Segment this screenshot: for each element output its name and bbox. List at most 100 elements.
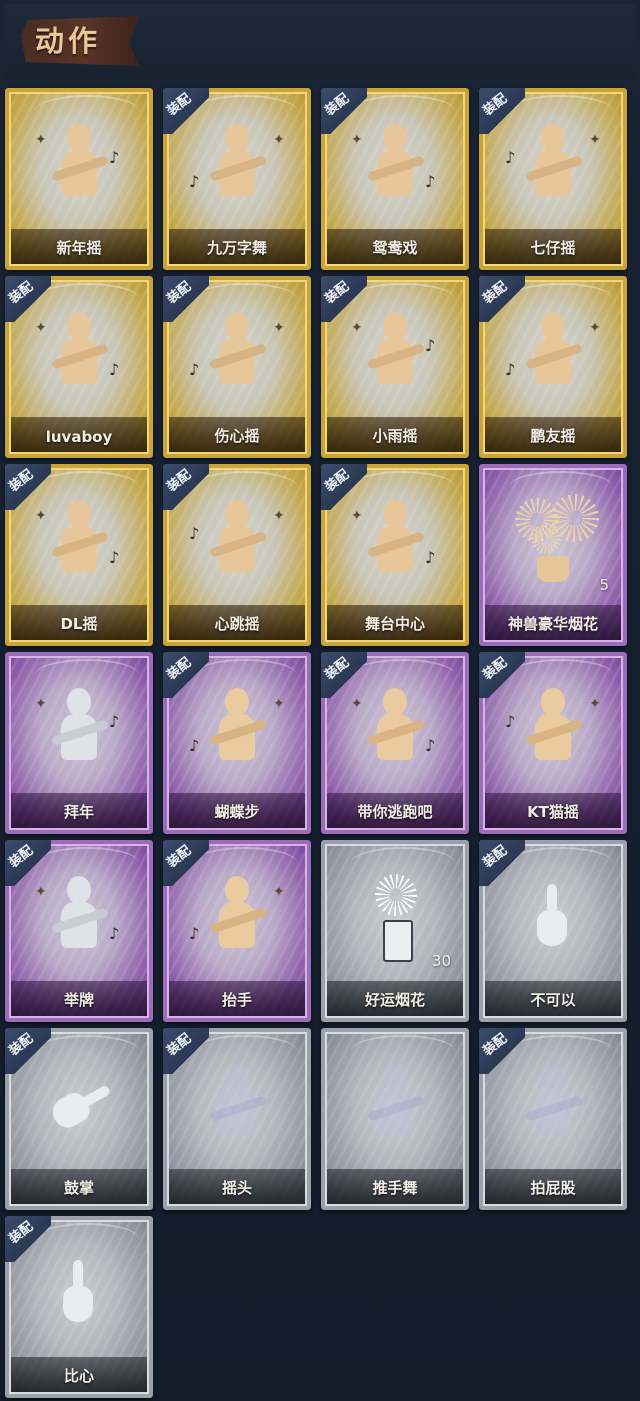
equipped-badge: 装配 bbox=[479, 276, 525, 322]
emote-card[interactable]: ♪ ✦ 举牌 装配 bbox=[5, 840, 153, 1022]
sparkle-icon: ✦ bbox=[35, 696, 47, 712]
sparkle-icon: ✦ bbox=[273, 320, 285, 336]
equipped-badge: 装配 bbox=[5, 1028, 51, 1074]
equipped-badge: 装配 bbox=[479, 840, 525, 886]
figure-arm-out-icon bbox=[365, 312, 427, 396]
emote-card[interactable]: 鼓掌 装配 bbox=[5, 1028, 153, 1210]
emote-name: 九万字舞 bbox=[206, 239, 267, 257]
card-notch bbox=[621, 924, 627, 940]
card-notch bbox=[463, 1112, 469, 1128]
emote-card[interactable]: 拍屁股 装配 bbox=[479, 1028, 627, 1210]
equipped-label: 装配 bbox=[6, 1219, 37, 1247]
figure-arms-wide-icon bbox=[207, 688, 269, 772]
equipped-label: 装配 bbox=[322, 655, 353, 683]
music-note-icon: ♪ bbox=[189, 360, 200, 379]
emote-name: 比心 bbox=[63, 1367, 94, 1385]
music-note-icon: ♪ bbox=[505, 360, 516, 379]
card-notch bbox=[463, 172, 469, 188]
equipped-label: 装配 bbox=[322, 467, 353, 495]
equipped-label: 装配 bbox=[480, 1031, 511, 1059]
equipped-label: 装配 bbox=[480, 655, 511, 683]
emote-name: 鹏友摇 bbox=[530, 427, 576, 445]
card-notch bbox=[147, 736, 153, 752]
music-note-icon: ♪ bbox=[425, 172, 436, 191]
figure-point-icon bbox=[523, 312, 585, 396]
emote-name: 摇头 bbox=[221, 1179, 252, 1197]
sparkle-icon: ✦ bbox=[351, 132, 363, 148]
emote-card[interactable]: ♪ ✦ 九万字舞 装配 bbox=[163, 88, 311, 270]
header: 动作 bbox=[5, 4, 635, 80]
emote-card[interactable]: ♪ ✦ 心跳摇 装配 bbox=[163, 464, 311, 646]
emote-card[interactable]: ♪ ✦ 七仔摇 装配 bbox=[479, 88, 627, 270]
emote-card[interactable]: ♪ ✦ 蝴蝶步 装配 bbox=[163, 652, 311, 834]
emote-card[interactable]: 30 好运烟花 bbox=[321, 840, 469, 1022]
emote-name: 带你逃跑吧 bbox=[357, 803, 433, 821]
emote-card[interactable]: ♪ ✦ 新年摇 bbox=[5, 88, 153, 270]
music-note-icon: ♪ bbox=[109, 712, 120, 731]
emote-grid: ♪ ✦ 新年摇 ♪ ✦ 九万字舞 装配 ♪ ✦ 鸳鸯戏 装配 ♪ ✦ 七仔摇 装配 ♪ ✦ luvaboy 装配 ♪ ✦… bbox=[5, 88, 627, 1398]
music-note-icon: ♪ bbox=[189, 524, 200, 543]
emote-name: 拜年 bbox=[63, 803, 94, 821]
figure-hands-chest-icon bbox=[49, 124, 111, 208]
emote-card[interactable]: ♪ ✦ 拜年 bbox=[5, 652, 153, 834]
figure-arm-out-icon bbox=[365, 124, 427, 208]
equipped-label: 装配 bbox=[322, 91, 353, 119]
sparkle-icon: ✦ bbox=[35, 320, 47, 336]
emote-name: 拍屁股 bbox=[530, 1179, 576, 1197]
sparkle-icon: ✦ bbox=[35, 508, 47, 524]
music-note-icon: ♪ bbox=[425, 736, 436, 755]
emote-name: 七仔摇 bbox=[530, 239, 576, 257]
card-notch bbox=[463, 736, 469, 752]
card-notch bbox=[621, 1112, 627, 1128]
emote-name: 小雨摇 bbox=[372, 427, 418, 445]
emote-card[interactable]: ♪ ✦ 带你逃跑吧 装配 bbox=[321, 652, 469, 834]
figure-point-icon bbox=[365, 688, 427, 772]
music-note-icon: ♪ bbox=[109, 148, 120, 167]
equipped-badge: 装配 bbox=[5, 276, 51, 322]
emote-card[interactable]: ♪ ✦ KT猫摇 装配 bbox=[479, 652, 627, 834]
emote-card[interactable]: ♪ ✦ 鹏友摇 装配 bbox=[479, 276, 627, 458]
music-note-icon: ♪ bbox=[109, 924, 120, 943]
sparkle-icon: ✦ bbox=[351, 508, 363, 524]
figure-sign-icon bbox=[49, 876, 111, 960]
equipped-label: 装配 bbox=[6, 1031, 37, 1059]
emote-card[interactable]: ♪ ✦ DL摇 装配 bbox=[5, 464, 153, 646]
emote-card[interactable]: ♪ ✦ 抬手 装配 bbox=[163, 840, 311, 1022]
music-note-icon: ♪ bbox=[109, 360, 120, 379]
emote-name: luvaboy bbox=[45, 428, 113, 446]
emote-card[interactable]: 不可以 装配 bbox=[479, 840, 627, 1022]
finger-wag-icon bbox=[525, 880, 581, 958]
figure-push-hands-icon bbox=[365, 1064, 427, 1148]
sparkle-icon: ✦ bbox=[273, 508, 285, 524]
equipped-label: 装配 bbox=[164, 1031, 195, 1059]
figure-dance-icon bbox=[523, 688, 585, 772]
equipped-label: 装配 bbox=[6, 279, 37, 307]
music-note-icon: ♪ bbox=[425, 336, 436, 355]
emote-card[interactable]: 5 神兽豪华烟花 bbox=[479, 464, 627, 646]
emote-name: 心跳摇 bbox=[214, 615, 260, 633]
emote-card[interactable]: 推手舞 bbox=[321, 1028, 469, 1210]
page-title: 动作 bbox=[35, 24, 102, 58]
music-note-icon: ♪ bbox=[505, 148, 516, 167]
equipped-label: 装配 bbox=[164, 655, 195, 683]
sparkle-icon: ✦ bbox=[273, 696, 285, 712]
emote-card[interactable]: ♪ ✦ 小雨摇 装配 bbox=[321, 276, 469, 458]
emote-name: 新年摇 bbox=[56, 239, 102, 257]
equipped-badge: 装配 bbox=[163, 464, 209, 510]
figure-arm-up-icon bbox=[49, 500, 111, 584]
figure-point-icon bbox=[365, 500, 427, 584]
emote-name: 神兽豪华烟花 bbox=[507, 615, 598, 633]
equipped-label: 装配 bbox=[6, 467, 37, 495]
card-notch bbox=[463, 924, 469, 940]
emote-card[interactable]: ♪ ✦ 舞台中心 装配 bbox=[321, 464, 469, 646]
emote-card[interactable]: 摇头 装配 bbox=[163, 1028, 311, 1210]
sparkle-icon: ✦ bbox=[351, 320, 363, 336]
equipped-label: 装配 bbox=[164, 467, 195, 495]
sparkle-icon: ✦ bbox=[273, 884, 285, 900]
emote-card[interactable]: 比心 装配 bbox=[5, 1216, 153, 1398]
emote-card[interactable]: ♪ ✦ luvaboy 装配 bbox=[5, 276, 153, 458]
emote-card[interactable]: ♪ ✦ 伤心摇 装配 bbox=[163, 276, 311, 458]
emote-card[interactable]: ♪ ✦ 鸳鸯戏 装配 bbox=[321, 88, 469, 270]
equipped-badge: 装配 bbox=[163, 840, 209, 886]
emote-name: KT猫摇 bbox=[527, 803, 579, 821]
